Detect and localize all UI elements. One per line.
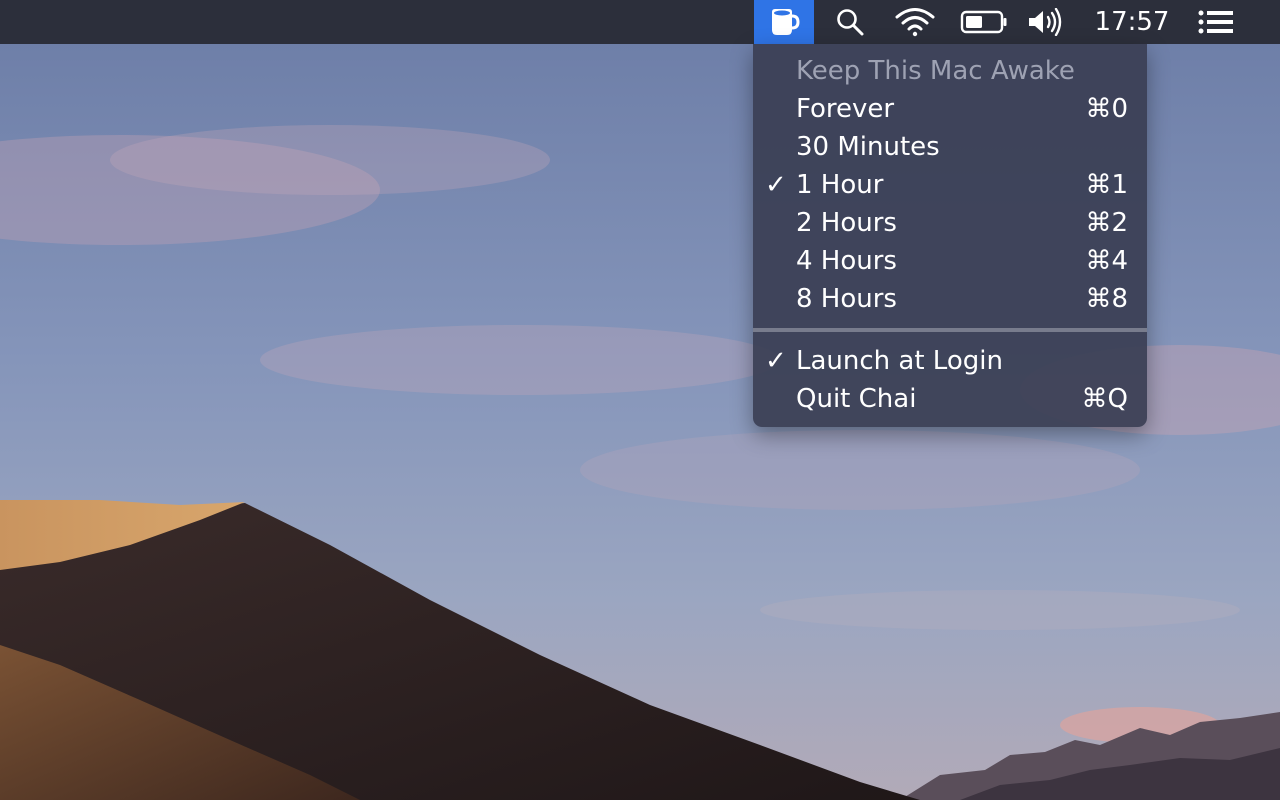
menu-item-label: Launch at Login (796, 346, 1003, 376)
battery-icon (960, 10, 1007, 34)
checkmark-icon: ✓ (765, 346, 787, 376)
spotlight-button[interactable] (830, 0, 870, 44)
menu-item-shortcut: ⌘2 (1085, 208, 1128, 238)
clock[interactable]: 17:57 (1090, 0, 1174, 44)
menu-bar: 17:57 (0, 0, 1280, 44)
menu-item-8-hours[interactable]: 8 Hours ⌘8 (753, 280, 1147, 318)
menu-separator (753, 328, 1147, 332)
menu-header: Keep This Mac Awake (753, 52, 1147, 90)
battery-button[interactable] (958, 0, 1010, 44)
volume-button[interactable] (1024, 0, 1066, 44)
checkmark-icon: ✓ (765, 170, 787, 200)
wifi-button[interactable] (890, 0, 940, 44)
speaker-icon (1029, 8, 1062, 36)
notification-center-button[interactable] (1192, 0, 1240, 44)
menu-item-label: Forever (796, 94, 895, 124)
menu-header-label: Keep This Mac Awake (796, 56, 1075, 86)
menu-item-forever[interactable]: Forever ⌘0 (753, 90, 1147, 128)
menu-item-shortcut: ⌘1 (1085, 170, 1128, 200)
menu-item-label: 1 Hour (796, 170, 884, 200)
menu-item-label: 30 Minutes (796, 132, 940, 162)
menu-item-2-hours[interactable]: 2 Hours ⌘2 (753, 204, 1147, 242)
menu-item-4-hours[interactable]: 4 Hours ⌘4 (753, 242, 1147, 280)
menu-item-label: 2 Hours (796, 208, 897, 238)
menu-item-shortcut: ⌘Q (1081, 384, 1128, 414)
menu-item-shortcut: ⌘0 (1085, 94, 1128, 124)
menu-item-label: Quit Chai (796, 384, 917, 414)
wifi-icon (895, 8, 935, 37)
menu-item-launch-at-login[interactable]: ✓ Launch at Login (753, 342, 1147, 380)
magnifying-glass-icon (837, 9, 864, 36)
menu-item-shortcut: ⌘8 (1085, 284, 1128, 314)
desktop-wallpaper: 17:57 Keep This Mac Awake Forever ⌘0 30 … (0, 0, 1280, 800)
chai-menu-extra[interactable] (754, 0, 814, 44)
menu-item-label: 4 Hours (796, 246, 897, 276)
menu-item-30-minutes[interactable]: 30 Minutes (753, 128, 1147, 166)
list-icon (1198, 10, 1233, 34)
menu-item-shortcut: ⌘4 (1085, 246, 1128, 276)
chai-dropdown-menu: Keep This Mac Awake Forever ⌘0 30 Minute… (753, 44, 1147, 427)
coffee-cup-icon (772, 9, 800, 35)
menu-item-label: 8 Hours (796, 284, 897, 314)
menu-item-quit-chai[interactable]: Quit Chai ⌘Q (753, 380, 1147, 418)
menu-item-1-hour[interactable]: ✓ 1 Hour ⌘1 (753, 166, 1147, 204)
